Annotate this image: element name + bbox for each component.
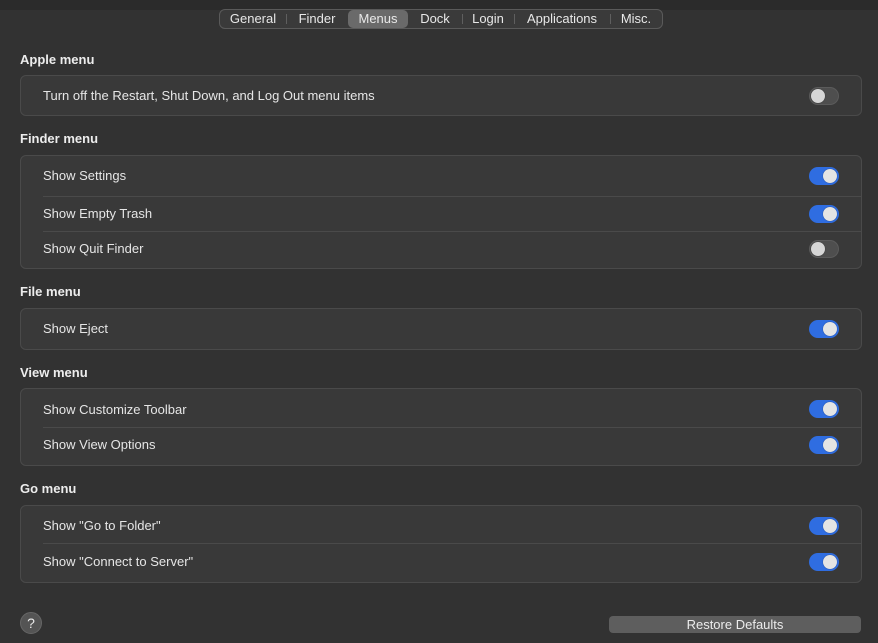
tab-dock[interactable]: Dock (408, 10, 462, 28)
toggle-switch[interactable] (809, 167, 839, 185)
toggle-switch[interactable] (809, 320, 839, 338)
setting-row: Turn off the Restart, Shut Down, and Log… (21, 76, 861, 115)
toggle-switch[interactable] (809, 87, 839, 105)
group-finder-menu: Show Settings Show Empty Trash Show Quit… (20, 155, 862, 269)
section-title-view-menu: View menu (20, 365, 88, 380)
group-go-menu: Show "Go to Folder" Show "Connect to Ser… (20, 505, 862, 583)
toggle-knob (823, 519, 837, 533)
preferences-window: General Finder Menus Dock Login Applicat… (0, 0, 878, 643)
section-title-apple-menu: Apple menu (20, 52, 95, 67)
toggle-knob (811, 89, 825, 103)
group-view-menu: Show Customize Toolbar Show View Options (20, 388, 862, 466)
group-file-menu: Show Eject (20, 308, 862, 350)
setting-row: Show Customize Toolbar (21, 389, 861, 427)
toggle-knob (823, 438, 837, 452)
setting-label: Show View Options (43, 437, 156, 452)
setting-label: Show "Go to Folder" (43, 518, 161, 533)
section-title-go-menu: Go menu (20, 481, 77, 496)
setting-row: Show Empty Trash (21, 197, 861, 231)
toggle-knob (823, 207, 837, 221)
setting-row: Show Settings (21, 156, 861, 196)
setting-row: Show Eject (21, 309, 861, 349)
toggle-switch[interactable] (809, 400, 839, 418)
setting-row: Show "Go to Folder" (21, 506, 861, 543)
setting-label: Show Quit Finder (43, 241, 144, 256)
toggle-knob (823, 402, 837, 416)
setting-label: Show Customize Toolbar (43, 402, 187, 417)
toggle-switch[interactable] (809, 553, 839, 571)
group-apple-menu: Turn off the Restart, Shut Down, and Log… (20, 75, 862, 116)
tab-menus[interactable]: Menus (348, 10, 408, 28)
tab-misc[interactable]: Misc. (610, 10, 662, 28)
tab-login[interactable]: Login (462, 10, 514, 28)
setting-label: Turn off the Restart, Shut Down, and Log… (43, 88, 375, 103)
restore-defaults-button[interactable]: Restore Defaults (609, 616, 861, 633)
tab-general[interactable]: General (220, 10, 286, 28)
setting-label: Show Eject (43, 321, 109, 336)
tab-bar: General Finder Menus Dock Login Applicat… (219, 9, 663, 29)
help-button[interactable]: ? (20, 612, 42, 634)
section-title-finder-menu: Finder menu (20, 131, 99, 146)
toggle-knob (823, 169, 837, 183)
toggle-knob (811, 242, 825, 256)
setting-label: Show "Connect to Server" (43, 554, 194, 569)
setting-label: Show Empty Trash (43, 206, 153, 221)
setting-label: Show Settings (43, 168, 127, 183)
toggle-knob (823, 555, 837, 569)
setting-row: Show "Connect to Server" (21, 544, 861, 582)
section-title-file-menu: File menu (20, 284, 81, 299)
toggle-switch[interactable] (809, 517, 839, 535)
setting-row: Show Quit Finder (21, 232, 861, 268)
toggle-switch[interactable] (809, 205, 839, 223)
setting-row: Show View Options (21, 428, 861, 465)
toggle-switch[interactable] (809, 436, 839, 454)
toggle-switch[interactable] (809, 240, 839, 258)
toggle-knob (823, 322, 837, 336)
tab-applications[interactable]: Applications (514, 10, 610, 28)
tab-finder[interactable]: Finder (286, 10, 348, 28)
